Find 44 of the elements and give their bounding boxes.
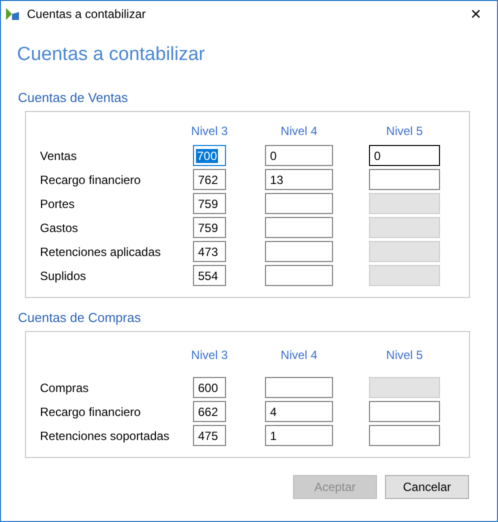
close-icon[interactable]: ✕ xyxy=(461,6,491,22)
column-header: Nivel 5 xyxy=(386,124,423,138)
input-field[interactable]: 4 xyxy=(265,401,333,422)
section-title: Cuentas de Ventas xyxy=(18,90,129,105)
input-field[interactable]: 475 xyxy=(193,425,226,446)
column-header: Nivel 4 xyxy=(280,124,318,138)
input-field[interactable] xyxy=(265,241,333,262)
row-label: Ventas xyxy=(40,148,78,162)
input-field[interactable]: 600 xyxy=(193,377,226,398)
column-header: Nivel 3 xyxy=(191,348,228,362)
input-field[interactable] xyxy=(369,401,440,422)
logo-icon xyxy=(5,7,20,21)
input-field[interactable] xyxy=(265,265,333,286)
input-field[interactable]: 759 xyxy=(193,193,226,214)
row-label: Retenciones aplicadas xyxy=(40,244,162,258)
row-label: Portes xyxy=(40,196,76,210)
input-field[interactable] xyxy=(369,425,440,446)
column-header: Nivel 4 xyxy=(280,348,318,362)
row-label: Retenciones soportadas xyxy=(40,428,170,442)
input-field[interactable]: 1 xyxy=(265,425,333,446)
section-title: Cuentas de Compras xyxy=(18,310,142,325)
row-label: Compras xyxy=(40,380,90,394)
input-field[interactable]: 0 xyxy=(265,145,333,166)
input-field[interactable]: 554 xyxy=(193,265,226,286)
input-field[interactable] xyxy=(265,193,333,214)
column-header: Nivel 5 xyxy=(386,348,423,362)
input-field[interactable]: 662 xyxy=(193,401,226,422)
row-label: Recargo financiero xyxy=(40,172,142,186)
input-field[interactable]: 0 xyxy=(369,145,440,166)
window-title: Cuentas a contabilizar xyxy=(27,7,147,21)
row-label: Gastos xyxy=(40,220,80,234)
cancel-button[interactable]: Cancelar xyxy=(385,475,469,499)
row-label: Recargo financiero xyxy=(40,404,142,418)
input-field[interactable]: 13 xyxy=(265,169,333,190)
page-heading: Cuentas a contabilizar xyxy=(17,44,206,66)
input-field[interactable]: 700 xyxy=(193,145,226,166)
column-header: Nivel 3 xyxy=(191,124,228,138)
row-label: Suplidos xyxy=(40,268,88,282)
input-field[interactable] xyxy=(265,217,333,238)
input-field[interactable]: 473 xyxy=(193,241,226,262)
input-field[interactable]: 759 xyxy=(193,217,226,238)
input-field[interactable] xyxy=(369,169,440,190)
input-field[interactable]: 762 xyxy=(193,169,226,190)
input-field[interactable] xyxy=(265,377,333,398)
